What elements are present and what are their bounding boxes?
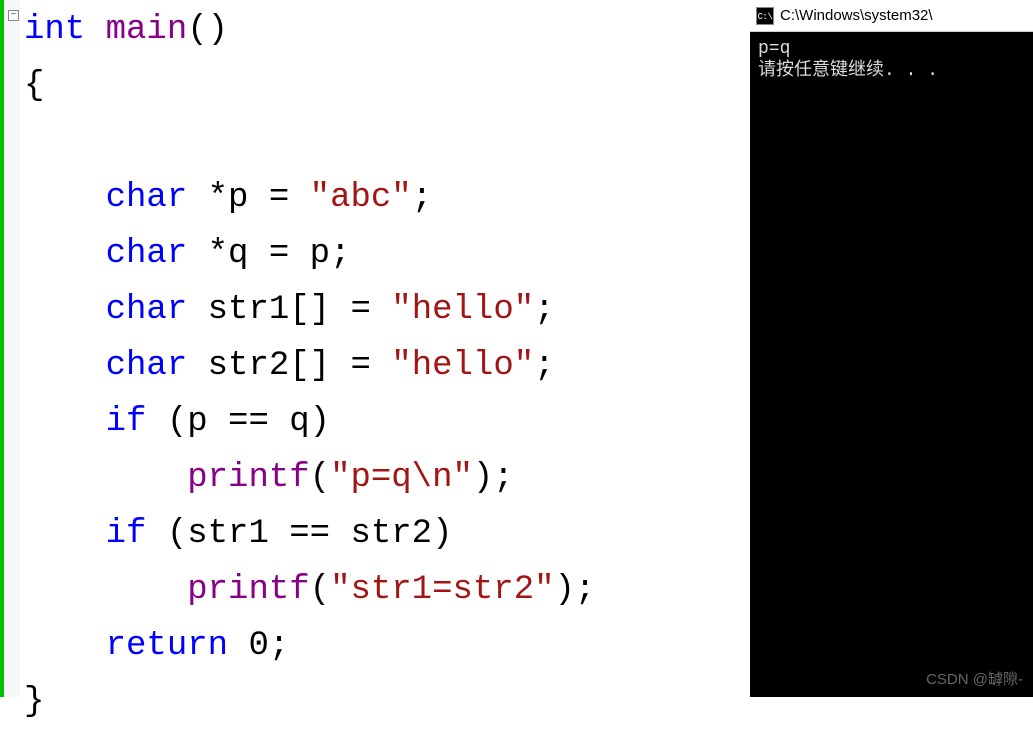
keyword-if: if: [106, 403, 147, 441]
console-output[interactable]: p=q 请按任意键继续. . .: [750, 32, 1033, 697]
editor-gutter: −: [0, 0, 20, 697]
fold-collapse-icon[interactable]: −: [8, 10, 19, 21]
paren-open: (: [310, 459, 330, 497]
parens: (): [187, 11, 228, 49]
console-title: C:\Windows\system32\: [780, 7, 933, 24]
string-str1str2: "str1=str2": [330, 571, 554, 609]
decl-p: *p =: [187, 179, 309, 217]
cmd-icon: C:\: [756, 7, 774, 25]
keyword-return: return: [106, 627, 228, 665]
decl-str1: str1[] =: [187, 291, 391, 329]
keyword-char: char: [106, 347, 188, 385]
keyword-int: int: [24, 11, 85, 49]
keyword-char: char: [106, 179, 188, 217]
semicolon: ;: [412, 179, 432, 217]
keyword-char: char: [106, 291, 188, 329]
output-line-2: 请按任意键继续. . .: [758, 61, 938, 81]
keyword-if: if: [106, 515, 147, 553]
condition-str: (str1 == str2): [146, 515, 452, 553]
watermark-text: CSDN @罅隙-: [926, 668, 1023, 689]
function-main: main: [106, 11, 188, 49]
console-window: C:\ C:\Windows\system32\ p=q 请按任意键继续. . …: [750, 0, 1033, 697]
paren-open: (: [310, 571, 330, 609]
string-hello2: "hello": [391, 347, 534, 385]
paren-close: );: [555, 571, 596, 609]
brace-close: }: [24, 683, 44, 721]
code-area[interactable]: int main() { char *p = "abc"; char *q = …: [20, 0, 750, 697]
semicolon: ;: [534, 347, 554, 385]
string-hello1: "hello": [391, 291, 534, 329]
decl-q: *q = p;: [187, 235, 350, 273]
console-titlebar[interactable]: C:\ C:\Windows\system32\: [750, 0, 1033, 32]
keyword-char: char: [106, 235, 188, 273]
string-abc: "abc": [310, 179, 412, 217]
function-printf: printf: [187, 459, 309, 497]
code-editor-pane: − int main() { char *p = "abc"; char *q …: [0, 0, 750, 697]
decl-str2: str2[] =: [187, 347, 391, 385]
output-line-1: p=q: [758, 39, 790, 59]
string-pq: "p=q\n": [330, 459, 473, 497]
return-val: 0;: [228, 627, 289, 665]
function-printf: printf: [187, 571, 309, 609]
paren-close: );: [473, 459, 514, 497]
semicolon: ;: [534, 291, 554, 329]
condition-pq: (p == q): [146, 403, 330, 441]
brace-open: {: [24, 67, 44, 105]
